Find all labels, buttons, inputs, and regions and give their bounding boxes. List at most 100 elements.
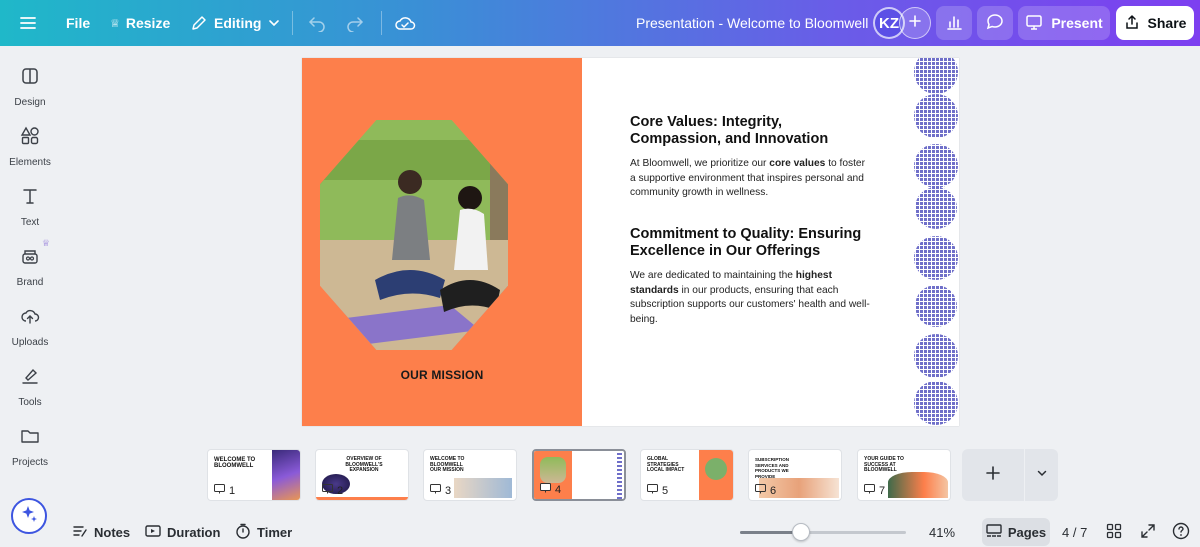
pages-view-button[interactable]: Pages xyxy=(982,518,1050,546)
sidebar-item-design[interactable]: Design xyxy=(0,66,60,122)
thumbnail-title: YOUR GUIDE TO SUCCESS AT BLOOMWELL xyxy=(864,456,904,473)
pencil-icon xyxy=(190,14,208,32)
chevron-down-icon xyxy=(267,16,281,30)
file-label: File xyxy=(66,15,91,31)
page-number: 5 xyxy=(647,484,668,497)
resize-button[interactable]: ♕ Resize xyxy=(110,0,170,46)
expand-icon xyxy=(1140,523,1156,542)
plus-icon xyxy=(985,465,1001,486)
page-thumbnail[interactable]: SUBSCRIPTION SERVICES AND PRODUCTS WE PR… xyxy=(748,449,842,501)
page-thumbnail[interactable]: WELCOME TO BLOOMWELL 1 xyxy=(207,449,301,501)
document-title[interactable]: Presentation - Welcome to Bloomwell xyxy=(636,0,868,46)
add-page-button[interactable] xyxy=(962,449,1024,501)
shapes-icon xyxy=(20,126,40,151)
zoom-slider[interactable] xyxy=(740,531,906,534)
quality-paragraph: We are dedicated to maintaining the high… xyxy=(630,269,870,327)
resize-label: Resize xyxy=(125,15,171,31)
page-number: 4 xyxy=(540,483,561,496)
page-thumbnail-active[interactable]: 4 xyxy=(532,449,626,501)
core-values-block[interactable]: Core Values: Integrity, Compassion, and … xyxy=(630,114,870,201)
thumbnail-photo xyxy=(540,457,566,483)
share-button[interactable]: Share xyxy=(1116,6,1194,40)
menu-button[interactable] xyxy=(18,0,38,46)
design-icon xyxy=(20,66,40,91)
sidebar-item-uploads[interactable]: Uploads xyxy=(0,306,60,362)
paragraph-bold: core values xyxy=(769,158,826,169)
editing-mode-button[interactable]: Editing xyxy=(190,0,281,46)
help-button[interactable] xyxy=(1172,519,1190,545)
sparkle-icon xyxy=(19,504,39,529)
mission-label[interactable]: OUR MISSION xyxy=(302,368,582,382)
duration-button[interactable]: Duration xyxy=(145,519,220,545)
present-icon xyxy=(322,484,333,497)
zoom-level[interactable]: 41% xyxy=(929,519,955,545)
present-icon xyxy=(864,484,875,497)
text-icon xyxy=(20,186,40,211)
cloud-save-status[interactable] xyxy=(394,0,416,46)
slide-canvas[interactable]: OUR MISSION Core Values: Integrity, Comp… xyxy=(302,58,959,426)
yoga-photo[interactable] xyxy=(320,120,508,350)
page-thumbnail[interactable]: WELCOME TO BLOOMWELL OUR MISSION 3 xyxy=(423,449,517,501)
sidebar-item-label: Uploads xyxy=(11,337,49,348)
page-number: 6 xyxy=(755,484,776,497)
notes-button[interactable]: Notes xyxy=(72,519,130,545)
redo-icon xyxy=(346,14,364,32)
paragraph-text: We are dedicated to maintaining the xyxy=(630,270,796,281)
core-values-paragraph: At Bloomwell, we prioritize our core val… xyxy=(630,157,870,201)
thumbnail-title: SUBSCRIPTION SERVICES AND PRODUCTS WE PR… xyxy=(755,457,790,479)
editing-label: Editing xyxy=(214,15,262,31)
thumbnail-image xyxy=(888,472,948,498)
present-icon xyxy=(540,483,551,496)
grid-icon xyxy=(1106,523,1122,542)
timer-button[interactable]: Timer xyxy=(235,519,292,545)
present-icon xyxy=(755,484,766,497)
sidebar: Design Elements Text ♕ Brand Uploads Too… xyxy=(0,46,60,547)
comment-icon xyxy=(986,13,1004,34)
present-button[interactable]: Present xyxy=(1018,6,1110,40)
magic-assistant-button[interactable] xyxy=(11,498,47,534)
insights-button[interactable] xyxy=(936,6,972,40)
pages-label: Pages xyxy=(1007,524,1047,540)
page-number-text: 1 xyxy=(229,484,236,497)
grid-view-button[interactable] xyxy=(1106,519,1122,545)
cloud-upload-icon xyxy=(20,306,40,331)
page-number-text: 5 xyxy=(662,484,669,497)
notes-label: Notes xyxy=(94,524,131,540)
page-thumbnail[interactable]: OVERVIEW OF BLOOMWELL'S EXPANSION 2 xyxy=(315,449,409,501)
sidebar-item-text[interactable]: Text xyxy=(0,186,60,242)
redo-button[interactable] xyxy=(346,0,364,46)
page-number: 1 xyxy=(214,484,235,497)
document-title-text: Presentation - Welcome to Bloomwell xyxy=(636,15,869,31)
share-icon xyxy=(1124,14,1140,33)
present-icon xyxy=(214,484,225,497)
page-number-text: 4 xyxy=(555,483,562,496)
folder-icon xyxy=(20,426,40,451)
hamburger-icon xyxy=(18,13,38,33)
file-menu[interactable]: File xyxy=(66,0,90,46)
fullscreen-button[interactable] xyxy=(1140,519,1156,545)
zoom-slider-handle[interactable] xyxy=(792,523,811,541)
undo-button[interactable] xyxy=(308,0,326,46)
quality-block[interactable]: Commitment to Quality: Ensuring Excellen… xyxy=(630,226,870,327)
add-page-options-button[interactable] xyxy=(1025,449,1058,501)
invite-button[interactable] xyxy=(899,7,931,39)
sidebar-item-projects[interactable]: Projects xyxy=(0,426,60,482)
comments-button[interactable] xyxy=(977,6,1013,40)
present-icon xyxy=(647,484,658,497)
thumbnail-image xyxy=(272,450,300,500)
page-thumbnail[interactable]: YOUR GUIDE TO SUCCESS AT BLOOMWELL 7 xyxy=(857,449,951,501)
bar-chart-icon xyxy=(945,13,963,34)
top-bar: File ♕ Resize Editing Presentation - Wel… xyxy=(0,0,1200,46)
sidebar-item-tools[interactable]: Tools xyxy=(0,366,60,422)
decorative-dot-pattern[interactable] xyxy=(912,58,959,426)
page-thumbnail[interactable]: GLOBAL STRATEGIES LOCAL IMPACT 5 xyxy=(640,449,734,501)
cloud-check-icon xyxy=(394,14,416,32)
sidebar-item-label: Tools xyxy=(18,397,42,408)
notes-icon xyxy=(72,523,88,542)
share-label: Share xyxy=(1147,15,1187,31)
pages-icon xyxy=(986,523,1002,541)
sidebar-item-elements[interactable]: Elements xyxy=(0,126,60,182)
present-icon xyxy=(430,484,441,497)
zoom-level-text: 41% xyxy=(929,524,956,540)
sidebar-item-brand[interactable]: ♕ Brand xyxy=(0,238,60,302)
